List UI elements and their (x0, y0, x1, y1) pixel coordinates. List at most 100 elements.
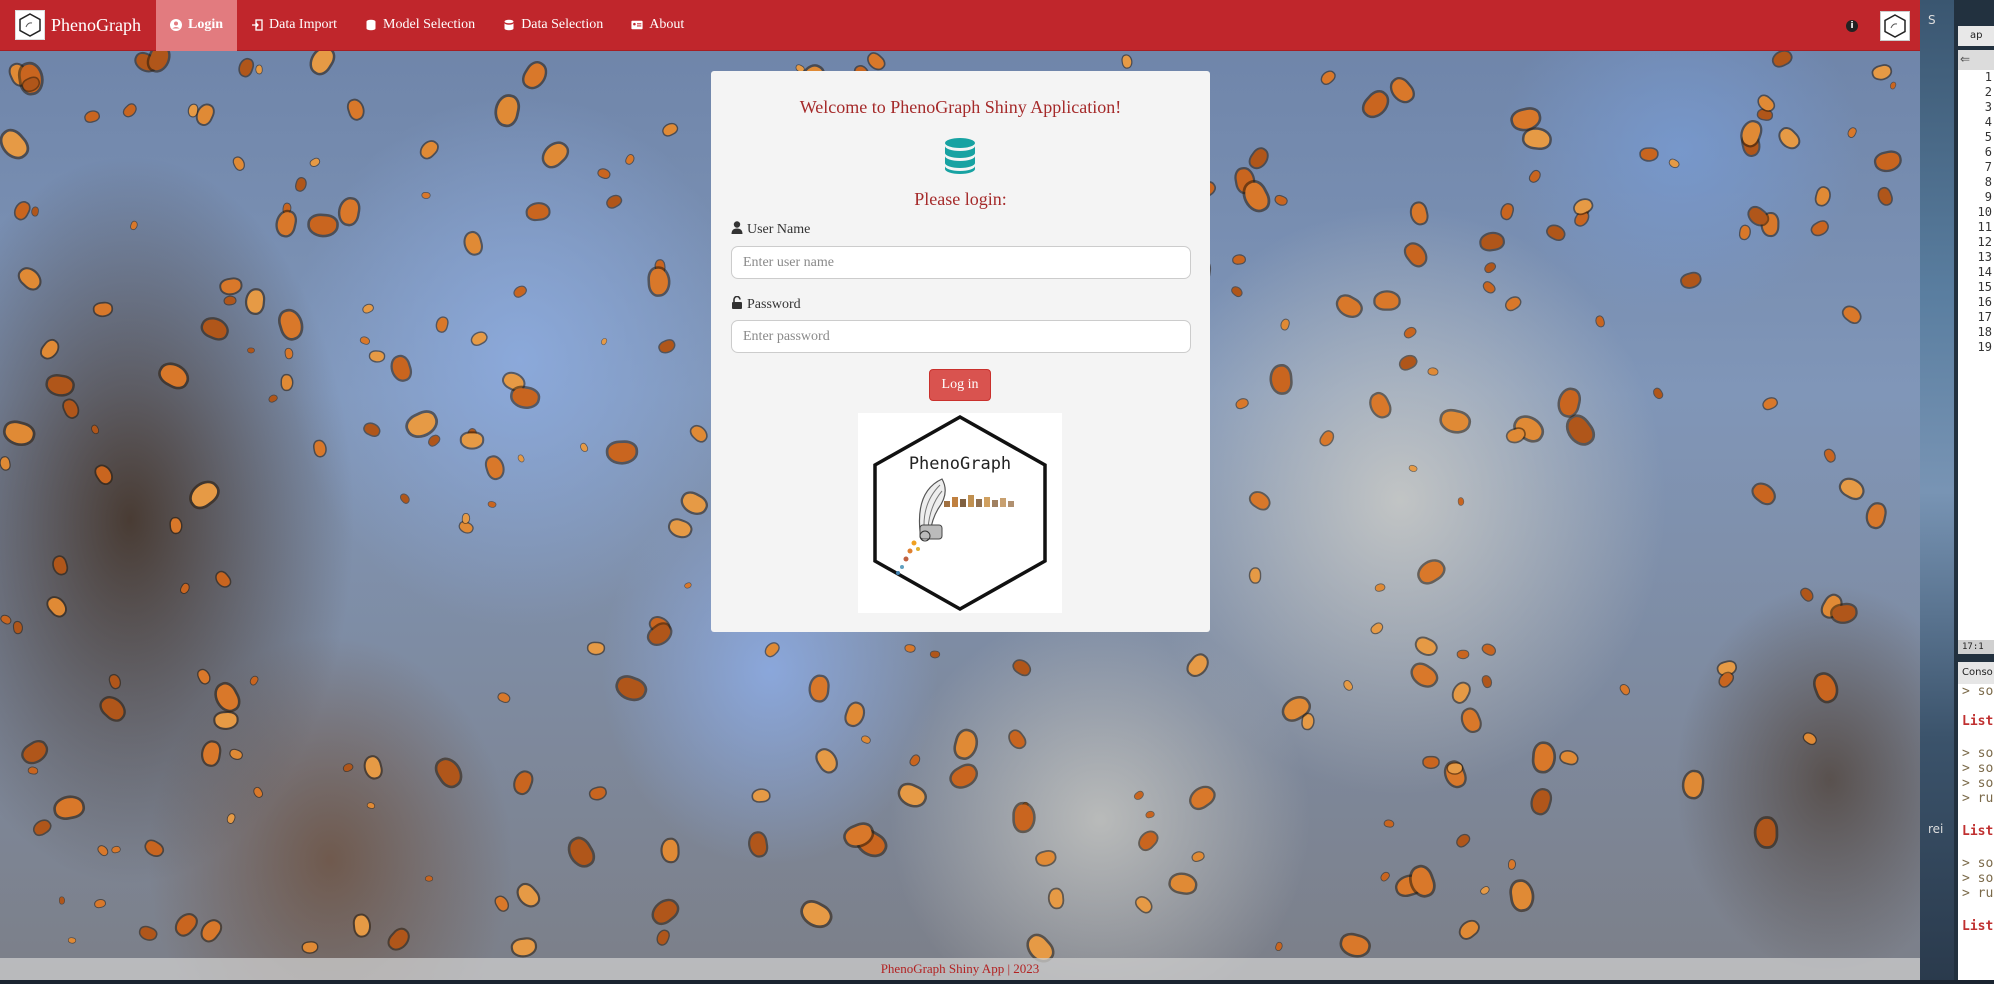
butterfly-decoration (589, 786, 607, 801)
tab-data-import[interactable]: Data Import (237, 0, 351, 51)
butterfly-decoration (679, 490, 709, 517)
editor-tab[interactable]: ap (1958, 26, 1994, 46)
butterfly-decoration (1481, 642, 1497, 657)
line-number: 3 (1984, 100, 1992, 114)
line-number: 6 (1984, 145, 1992, 159)
butterfly-decoration (359, 336, 371, 345)
butterfly-decoration (1523, 128, 1551, 149)
butterfly-decoration (1334, 293, 1364, 320)
brand-logo-icon (15, 10, 45, 40)
butterfly-decoration (521, 60, 549, 91)
butterfly-decoration (212, 681, 242, 714)
butterfly-decoration (1408, 464, 1418, 473)
butterfly-decoration (1841, 304, 1863, 325)
butterfly-decoration (179, 582, 191, 595)
butterfly-decoration (748, 832, 768, 857)
butterfly-decoration (463, 231, 483, 256)
tab-model-selection[interactable]: Model Selection (351, 0, 489, 51)
butterfly-decoration (896, 782, 928, 809)
butterfly-decoration (1271, 366, 1291, 393)
back-arrow-icon[interactable]: ⇐ (1960, 52, 1970, 66)
welcome-heading: Welcome to PhenoGraph Shiny Application! (799, 97, 1122, 117)
butterfly-decoration (1481, 675, 1493, 688)
butterfly-decoration (1511, 107, 1541, 132)
username-input[interactable] (731, 246, 1191, 279)
butterfly-decoration (1762, 396, 1778, 411)
butterfly-decoration (1458, 497, 1464, 506)
butterfly-decoration (1595, 315, 1605, 328)
butterfly-decoration (1533, 743, 1555, 772)
tab-data-selection-label: Data Selection (521, 17, 604, 32)
code-editor[interactable]: 1 2 3 4 5 6 7 8 9 10 11 12 13 14 15 16 17 18 19 (1958, 70, 1994, 640)
butterfly-decoration (539, 139, 571, 170)
butterfly-decoration (1683, 771, 1703, 798)
butterfly-decoration (143, 838, 165, 859)
phenograph-logo-icon[interactable] (1880, 10, 1910, 41)
butterfly-decoration (649, 268, 669, 295)
butterfly-decoration (1750, 480, 1778, 507)
butterfly-decoration (1640, 148, 1658, 161)
tab-login[interactable]: Login (155, 0, 237, 51)
butterfly-decoration (809, 676, 829, 701)
butterfly-decoration (1823, 448, 1837, 463)
butterfly-decoration (194, 102, 216, 127)
butterfly-decoration (752, 789, 770, 802)
id-card-icon (631, 19, 643, 31)
butterfly-decoration (363, 755, 383, 780)
butterfly-decoration (0, 127, 31, 162)
password-input[interactable] (731, 320, 1191, 353)
butterfly-decoration (1319, 69, 1337, 86)
butterfly-decoration (624, 153, 636, 166)
butterfly-decoration (1877, 187, 1893, 206)
butterfly-decoration (51, 555, 69, 576)
line-number: 4 (1984, 115, 1992, 129)
database-icon (944, 138, 976, 179)
butterfly-decoration (111, 846, 121, 853)
brand[interactable]: PhenoGraph (0, 0, 156, 51)
butterfly-decoration (229, 748, 243, 761)
butterfly-decoration (98, 694, 128, 723)
tab-about[interactable]: About (617, 0, 698, 51)
butterfly-decoration (220, 278, 242, 295)
butterfly-decoration (246, 289, 264, 314)
butterfly-decoration (399, 492, 411, 505)
butterfly-decoration (763, 641, 781, 658)
butterfly-decoration (1014, 804, 1034, 831)
butterfly-decoration (1384, 819, 1394, 828)
butterfly-decoration (1374, 583, 1386, 592)
butterfly-decoration (1248, 489, 1272, 512)
console-line: > so (1962, 871, 1994, 886)
butterfly-decoration (1815, 186, 1831, 207)
sign-in-icon (251, 19, 263, 31)
info-icon[interactable]: i (1846, 19, 1858, 32)
console-output[interactable]: > so List > so > so > so > ru List > so > so > ru… (1958, 684, 1994, 984)
butterfly-decoration (3, 420, 35, 447)
password-label-text: Password (747, 297, 801, 312)
butterfly-decoration (1457, 918, 1481, 941)
butterfly-decoration (313, 440, 327, 457)
butterfly-decoration (1169, 873, 1197, 894)
butterfly-decoration (13, 621, 23, 634)
app-window: PhenoGraph Login Data Import Model Selec… (0, 0, 1920, 984)
login-button[interactable]: Log in (929, 369, 991, 401)
butterfly-decoration (1838, 476, 1866, 501)
line-number: 2 (1984, 85, 1992, 99)
butterfly-decoration (285, 348, 293, 359)
butterfly-decoration (1428, 367, 1438, 376)
hexagon-icon (365, 19, 377, 31)
butterfly-decoration (511, 386, 539, 409)
butterfly-decoration (433, 756, 465, 789)
console-tab[interactable]: Conso (1958, 662, 1994, 684)
tab-data-selection[interactable]: Data Selection (489, 0, 617, 51)
butterfly-decoration (1440, 409, 1470, 434)
line-number: 5 (1984, 130, 1992, 144)
butterfly-decoration (1121, 54, 1133, 69)
butterfly-decoration (1757, 108, 1773, 121)
butterfly-decoration (28, 766, 38, 775)
unlock-icon (731, 295, 743, 314)
butterfly-decoration (281, 375, 293, 390)
butterfly-decoration (494, 94, 520, 127)
butterfly-decoration (497, 691, 511, 704)
butterfly-decoration (1776, 126, 1802, 151)
console-line: List (1962, 824, 1994, 839)
